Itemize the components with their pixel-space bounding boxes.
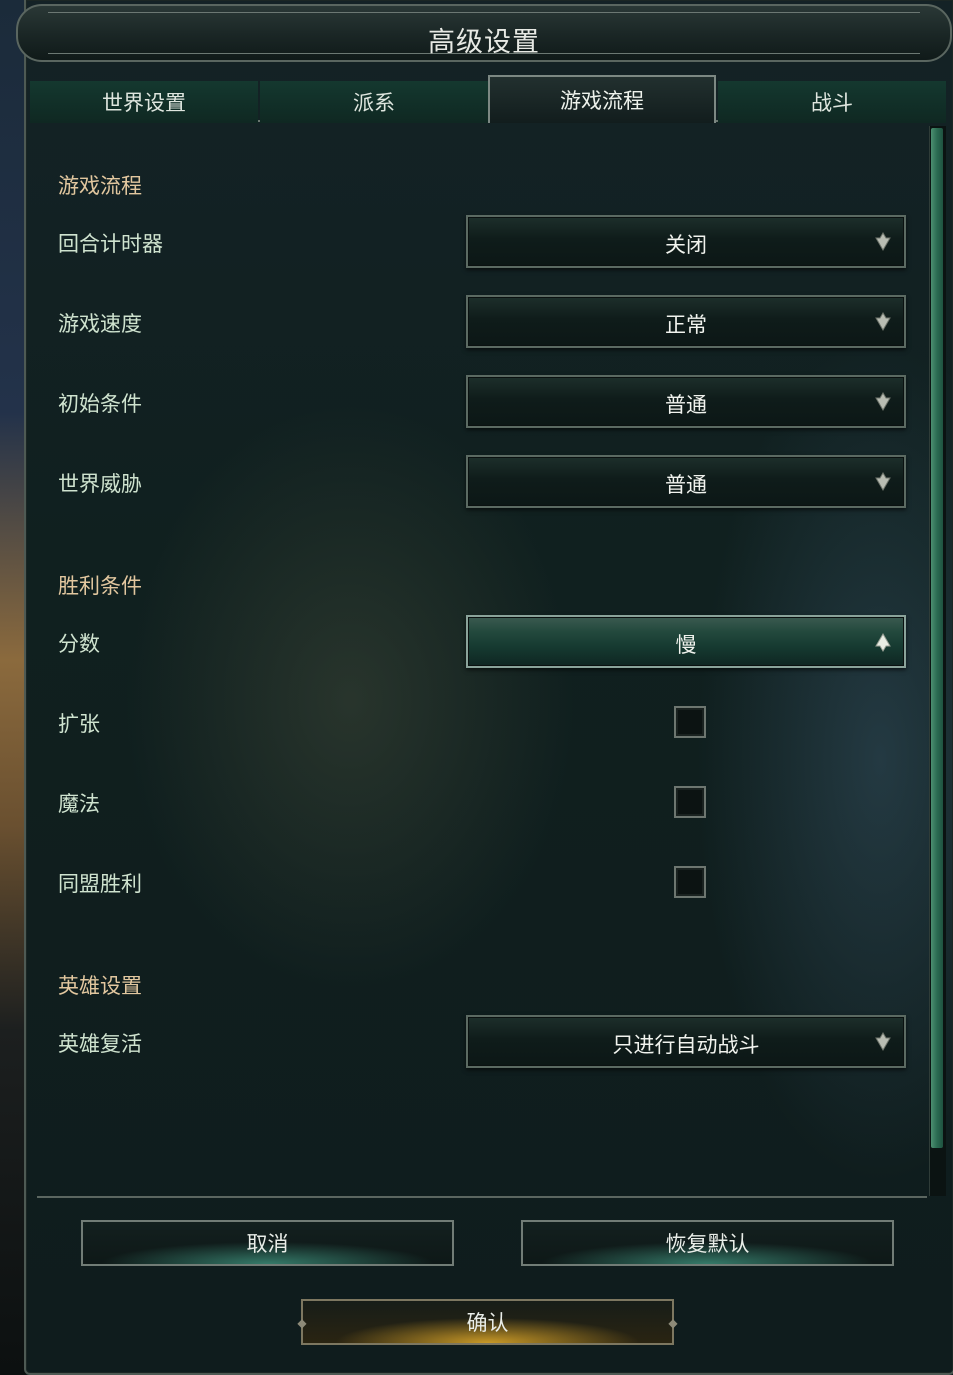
- expansion-checkbox[interactable]: [674, 706, 706, 738]
- score-value: 慢: [675, 633, 697, 657]
- tab-bar: 世界设置 派系 游戏流程 战斗: [30, 75, 946, 123]
- game-window: 高级设置 世界设置 派系 游戏流程 战斗 游戏流程 回合计时器 关闭 游戏速度 …: [0, 0, 953, 1375]
- section-heading-hero-settings: 英雄设置: [58, 974, 142, 998]
- chevron-up-icon: [875, 633, 891, 652]
- chevron-down-icon: [875, 472, 891, 491]
- tab-world-settings[interactable]: 世界设置: [30, 81, 258, 123]
- game-speed-value: 正常: [665, 313, 707, 337]
- game-speed-label: 游戏速度: [58, 312, 142, 336]
- world-threat-dropdown[interactable]: 普通: [466, 455, 906, 508]
- tab-game-flow[interactable]: 游戏流程: [488, 75, 716, 123]
- footer-divider: [37, 1196, 927, 1198]
- tab-combat[interactable]: 战斗: [718, 81, 946, 123]
- scrollbar-thumb[interactable]: [931, 128, 943, 1148]
- restore-defaults-button[interactable]: 恢复默认: [521, 1220, 894, 1266]
- advanced-settings-panel: [24, 0, 953, 1375]
- section-heading-victory-conditions: 胜利条件: [58, 574, 142, 598]
- section-heading-game-flow: 游戏流程: [58, 174, 142, 198]
- turn-timer-label: 回合计时器: [58, 232, 163, 256]
- dialog-title: 高级设置: [428, 27, 540, 58]
- ornament-left-icon: ◆: [297, 1316, 307, 1330]
- start-conditions-dropdown[interactable]: 普通: [466, 375, 906, 428]
- restore-defaults-button-label: 恢复默认: [665, 1232, 750, 1256]
- alliance-victory-label: 同盟胜利: [58, 872, 142, 896]
- magic-checkbox[interactable]: [674, 786, 706, 818]
- start-conditions-label: 初始条件: [58, 392, 142, 416]
- turn-timer-dropdown[interactable]: 关闭: [466, 215, 906, 268]
- chevron-down-icon: [875, 392, 891, 411]
- hero-revival-dropdown[interactable]: 只进行自动战斗: [466, 1015, 906, 1068]
- confirm-button-label: 确认: [466, 1311, 509, 1335]
- expansion-label: 扩张: [58, 712, 100, 736]
- magic-label: 魔法: [58, 792, 100, 816]
- chevron-down-icon: [875, 1032, 891, 1051]
- cancel-button-label: 取消: [246, 1232, 289, 1256]
- turn-timer-value: 关闭: [665, 233, 707, 257]
- title-bar: 高级设置: [16, 4, 952, 62]
- score-label: 分数: [58, 632, 100, 656]
- hero-revival-value: 只进行自动战斗: [612, 1033, 760, 1057]
- hero-revival-label: 英雄复活: [58, 1032, 142, 1056]
- ornament-right-icon: ◆: [668, 1316, 678, 1330]
- game-speed-dropdown[interactable]: 正常: [466, 295, 906, 348]
- chevron-down-icon: [875, 312, 891, 331]
- score-dropdown[interactable]: 慢: [466, 615, 906, 668]
- world-threat-label: 世界威胁: [58, 472, 142, 496]
- start-conditions-value: 普通: [665, 393, 707, 417]
- chevron-down-icon: [875, 232, 891, 251]
- tab-factions[interactable]: 派系: [260, 81, 488, 123]
- world-threat-value: 普通: [665, 473, 707, 497]
- background-scenery: [0, 0, 26, 1375]
- alliance-victory-checkbox[interactable]: [674, 866, 706, 898]
- cancel-button[interactable]: 取消: [81, 1220, 454, 1266]
- confirm-button[interactable]: ◆ 确认 ◆: [297, 1299, 678, 1345]
